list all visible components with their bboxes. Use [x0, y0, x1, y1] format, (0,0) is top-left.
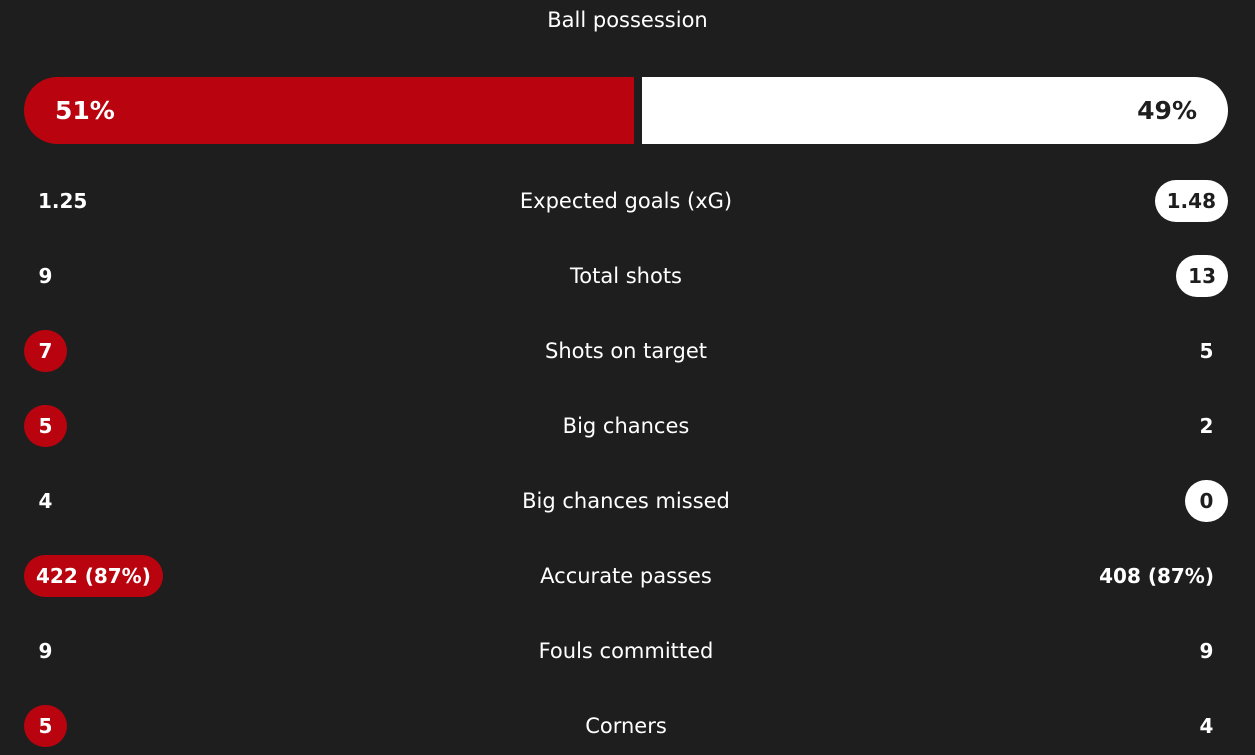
stat-label: Expected goals (xG) — [519, 189, 733, 213]
stat-row: Total shots 9 13 — [24, 254, 1228, 298]
stat-label: Big chances missed — [522, 489, 730, 513]
stat-home-value: 1.25 — [38, 189, 88, 213]
stat-label: Shots on target — [544, 339, 708, 363]
stat-home-value: 422 (87%) — [24, 555, 163, 597]
stat-row: Big chances missed 4 0 — [24, 479, 1228, 523]
stat-home-value: 5 — [24, 405, 67, 447]
stat-label: Accurate passes — [540, 564, 712, 588]
possession-title: Ball possession — [547, 8, 708, 32]
stat-label: Fouls committed — [538, 639, 714, 663]
stat-row: Big chances 5 2 — [24, 404, 1228, 448]
stat-away-value: 9 — [1199, 639, 1214, 663]
possession-away-value: 49% — [1137, 96, 1197, 125]
stat-row: Corners 5 4 — [24, 704, 1228, 748]
stat-row: Accurate passes 422 (87%) 408 (87%) — [24, 554, 1228, 598]
stat-away-value: 1.48 — [1154, 180, 1228, 222]
stat-away-value: 13 — [1176, 255, 1228, 297]
stat-label: Total shots — [570, 264, 682, 288]
stat-away-value: 0 — [1185, 480, 1228, 522]
possession-home-segment: 51% — [24, 77, 634, 144]
stat-home-value: 9 — [38, 264, 53, 288]
stat-away-value: 408 (87%) — [1099, 564, 1214, 588]
stat-home-value: 9 — [38, 639, 53, 663]
stat-away-value: 4 — [1199, 714, 1214, 738]
stat-row: Shots on target 7 5 — [24, 329, 1228, 373]
stat-row: Expected goals (xG) 1.25 1.48 — [24, 179, 1228, 223]
possession-home-value: 51% — [55, 96, 115, 125]
stat-label: Big chances — [562, 414, 690, 438]
stat-label: Corners — [585, 714, 667, 738]
stat-away-value: 2 — [1199, 414, 1214, 438]
possession-divider — [634, 77, 642, 144]
stat-home-value: 5 — [24, 705, 67, 747]
stat-row: Fouls committed 9 9 — [24, 629, 1228, 673]
stat-away-value: 5 — [1199, 339, 1214, 363]
stat-home-value: 7 — [24, 330, 67, 372]
stat-home-value: 4 — [38, 489, 53, 513]
possession-away-segment: 49% — [642, 77, 1228, 144]
possession-bar: 51% 49% — [24, 77, 1228, 144]
